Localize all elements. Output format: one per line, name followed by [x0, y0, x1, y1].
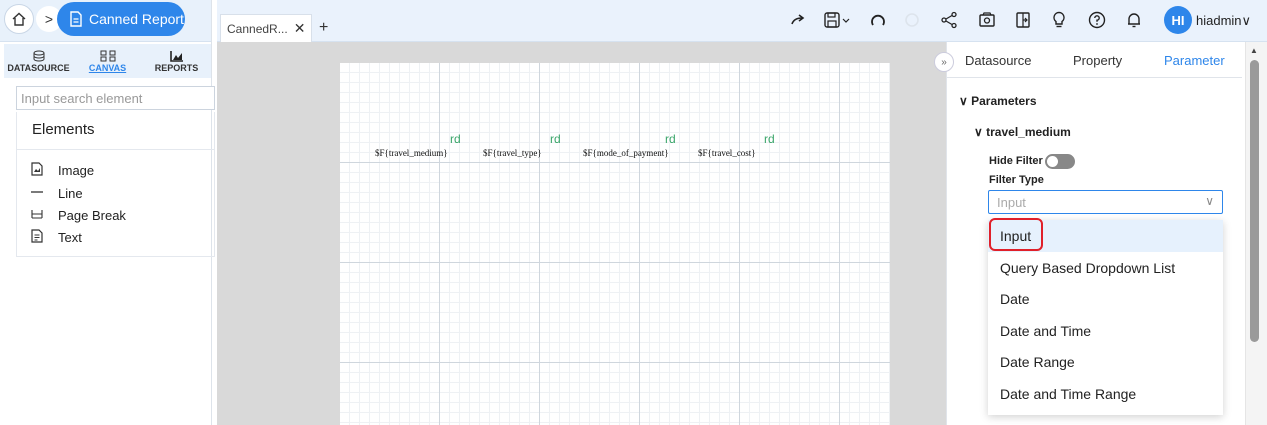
tab-canvas-label: CANVAS	[88, 62, 127, 73]
rd-marker: rd	[665, 132, 676, 146]
scroll-up-icon[interactable]: ▲	[1250, 46, 1258, 55]
page-break-icon	[30, 207, 44, 224]
reports-icon	[169, 50, 183, 62]
datasource-icon	[33, 50, 44, 61]
top-toolbar	[211, 0, 1267, 42]
tab-cannedreport[interactable]: CannedR... ✕	[220, 14, 312, 42]
element-image-label: Image	[58, 163, 95, 178]
search-input[interactable]: Input search element	[16, 86, 215, 110]
save-icon[interactable]	[822, 9, 854, 31]
chevron-down-icon: ∨	[1205, 194, 1214, 208]
canned-report-label: Canned Report	[89, 11, 184, 27]
image-icon	[30, 162, 44, 179]
divider	[16, 149, 215, 150]
chevron-down-icon: ∨	[1241, 13, 1252, 28]
tab-canvas[interactable]: CANVAS	[73, 44, 142, 78]
field-travel-medium[interactable]: $F{travel_medium}	[375, 148, 448, 158]
chevron-down-icon: ∨	[974, 125, 987, 139]
scrollbar-thumb[interactable]	[1250, 60, 1259, 342]
canned-report-button[interactable]: Canned Report	[57, 2, 185, 36]
elements-heading: Elements	[32, 121, 95, 138]
option-date-and-time[interactable]: Date and Time	[1000, 323, 1091, 339]
collapse-panel-button[interactable]: »	[934, 52, 954, 72]
tab-datasource-right[interactable]: Datasource	[965, 53, 1031, 68]
chevron-right-icon: >	[44, 11, 54, 27]
element-page-break[interactable]: Page Break	[30, 207, 126, 224]
redo-icon[interactable]	[788, 9, 808, 31]
add-tab-icon[interactable]: +	[319, 19, 328, 37]
rd-marker: rd	[450, 132, 461, 146]
text-icon	[30, 229, 44, 246]
chevron-down-icon: ∨	[959, 94, 972, 108]
parameters-section[interactable]: ∨ Parameters	[959, 94, 1037, 108]
field-mode-of-payment[interactable]: $F{mode_of_payment}	[583, 148, 669, 158]
option-date-range[interactable]: Date Range	[1000, 354, 1075, 370]
double-chevron-icon: »	[941, 56, 947, 68]
refresh-icon[interactable]	[868, 9, 888, 31]
canvas-icon	[100, 50, 115, 61]
filter-type-select[interactable]: Input ∨	[988, 190, 1223, 214]
hide-filter-label: Hide Filter	[989, 155, 1043, 167]
left-header: > Canned Report	[0, 0, 211, 42]
tab-reports[interactable]: REPORTS	[142, 44, 211, 78]
user-menu[interactable]: hiadmin∨	[1196, 13, 1251, 29]
tab-datasource-label: DATASOURCE	[7, 62, 70, 73]
element-image[interactable]: Image	[30, 162, 94, 179]
toggle-knob	[1047, 156, 1058, 167]
option-date[interactable]: Date	[1000, 291, 1030, 307]
report-icon	[70, 11, 82, 27]
preview-icon[interactable]	[976, 9, 998, 31]
parameter-item[interactable]: ∨ travel_medium	[974, 125, 1071, 139]
element-text-label: Text	[58, 230, 82, 245]
element-line-label: Line	[58, 186, 83, 201]
field-travel-type[interactable]: $F{travel_type}	[483, 148, 542, 158]
tab-parameter[interactable]: Parameter	[1164, 53, 1225, 68]
element-text[interactable]: Text	[30, 229, 82, 246]
parameter-name: travel_medium	[986, 125, 1071, 139]
help-icon[interactable]	[1087, 9, 1107, 31]
filter-type-label: Filter Type	[989, 174, 1044, 186]
home-button[interactable]	[4, 4, 34, 34]
app-root: > Canned Report CannedR... ✕ + HI hiadmi…	[0, 0, 1267, 425]
bulb-icon[interactable]	[1049, 9, 1069, 31]
element-line[interactable]: Line	[30, 185, 83, 202]
left-panel-tabs: DATASOURCE CANVAS REPORTS	[4, 44, 211, 78]
line-icon	[30, 185, 44, 202]
element-page-break-label: Page Break	[58, 208, 126, 223]
avatar[interactable]: HI	[1164, 6, 1192, 34]
filter-type-value: Input	[997, 194, 1026, 210]
field-travel-cost[interactable]: $F{travel_cost}	[698, 148, 756, 158]
home-icon	[12, 12, 26, 26]
export-icon[interactable]	[1012, 9, 1034, 31]
rd-marker: rd	[764, 132, 775, 146]
tab-property[interactable]: Property	[1073, 53, 1122, 68]
tab-label: CannedR...	[227, 21, 288, 36]
share-icon[interactable]	[938, 9, 960, 31]
right-gray-strip	[910, 42, 946, 425]
report-page[interactable]: rd rd rd rd $F{travel_medium} $F{travel_…	[340, 63, 890, 425]
parameters-heading: Parameters	[971, 94, 1037, 108]
loading-icon	[902, 9, 922, 31]
highlight-annotation	[989, 218, 1043, 251]
tab-reports-label: REPORTS	[154, 62, 199, 73]
tab-datasource[interactable]: DATASOURCE	[4, 44, 73, 78]
close-icon[interactable]: ✕	[294, 20, 306, 37]
option-query-based-dropdown[interactable]: Query Based Dropdown List	[1000, 260, 1175, 276]
user-name: hiadmin	[1196, 13, 1242, 28]
option-date-and-time-range[interactable]: Date and Time Range	[1000, 386, 1136, 402]
bell-icon[interactable]	[1124, 9, 1144, 31]
hide-filter-toggle[interactable]	[1045, 154, 1075, 169]
rd-marker: rd	[550, 132, 561, 146]
